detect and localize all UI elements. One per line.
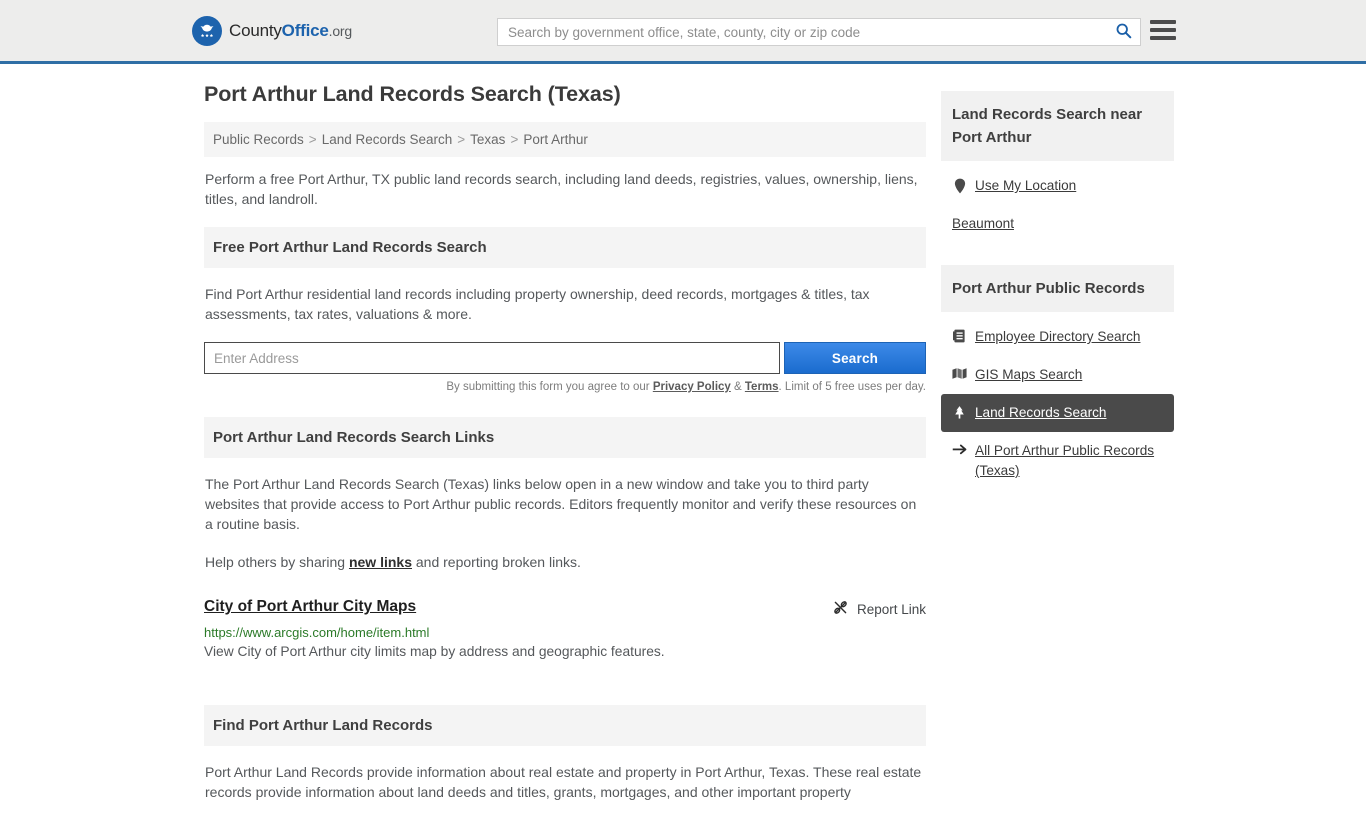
arrow-right-icon [952,441,967,456]
site-logo-text: CountyOffice.org [229,21,352,41]
logo-text-org: .org [328,22,353,39]
logo-text-county: County [229,20,282,40]
sidebar-item-beaumont[interactable]: Beaumont [941,205,1174,243]
links-section-paragraph: The Port Arthur Land Records Search (Tex… [205,476,917,532]
breadcrumb-item-port-arthur[interactable]: Port Arthur [523,132,588,147]
links-section-help-text: Help others by sharing new links and rep… [204,552,926,572]
form-disclaimer: By submitting this form you agree to our… [204,381,926,393]
search-icon [1115,22,1132,42]
help-suffix: and reporting broken links. [412,554,581,570]
logo-text-office: Office [281,20,329,40]
main-content: Port Arthur Land Records Search (Texas) … [204,82,926,820]
hamburger-bar-2 [1150,28,1176,32]
map-pin-icon [952,176,967,194]
broken-link-icon [832,599,849,619]
breadcrumb-item-texas[interactable]: Texas [470,132,505,147]
intro-paragraph: Perform a free Port Arthur, TX public la… [205,171,918,207]
sidebar-item-label[interactable]: Land Records Search [975,403,1106,423]
breadcrumb: Public Records > Land Records Search > Texas… [204,122,926,157]
result-item: City of Port Arthur City Maps Report Lin… [204,598,926,619]
free-search-description: Find Port Arthur residential land record… [205,286,870,322]
result-title-link[interactable]: City of Port Arthur City Maps [204,598,416,616]
sidebar-item-label[interactable]: GIS Maps Search [975,365,1082,385]
page-title: Port Arthur Land Records Search (Texas) [204,82,621,106]
breadcrumb-separator: > [457,132,466,147]
sidebar-item-land-records-search[interactable]: Land Records Search [941,394,1174,432]
sidebar-item-gis-maps-search[interactable]: GIS Maps Search [941,356,1174,394]
global-search-submit-button[interactable] [1106,19,1140,45]
find-section-paragraph: Port Arthur Land Records provide informa… [205,764,922,800]
hamburger-menu-icon[interactable] [1150,19,1176,41]
sidebar-item-employee-directory-search[interactable]: Employee Directory Search [941,318,1174,356]
site-logo[interactable]: CountyOffice.org [192,15,352,46]
breadcrumb-item-public-records[interactable]: Public Records [213,132,304,147]
help-prefix: Help others by sharing [205,554,349,570]
folded-map-icon [952,365,967,380]
breadcrumb-item-land-records-search[interactable]: Land Records Search [322,132,453,147]
links-section-heading: Port Arthur Land Records Search Links [204,417,926,458]
page-body: Port Arthur Land Records Search (Texas) … [0,64,1366,820]
breadcrumb-separator: > [308,132,317,147]
report-link-button[interactable]: Report Link [832,598,926,619]
find-section-heading: Find Port Arthur Land Records [204,705,926,746]
sidebar-item-all-public-records[interactable]: All Port Arthur Public Records (Texas) [941,432,1174,490]
site-header: CountyOffice.org [0,0,1366,64]
result-description: View City of Port Arthur city limits map… [204,644,665,659]
free-search-heading: Free Port Arthur Land Records Search [204,227,926,268]
sidebar-item-label[interactable]: Beaumont [952,214,1014,234]
eagle-seal-icon [192,15,222,46]
global-search-input[interactable] [498,19,1106,45]
disclaimer-amp: & [730,381,745,393]
terms-link[interactable]: Terms [745,381,779,393]
sidebar-near-heading: Land Records Search near Port Arthur [941,91,1174,161]
sidebar: Land Records Search near Port Arthur Use… [941,91,1174,512]
disclaimer-suffix: . Limit of 5 free uses per day. [778,381,926,393]
sidebar-records-list: Employee Directory Search GIS Maps Searc… [941,312,1174,512]
sidebar-near-list: Use My Location Beaumont [941,161,1174,265]
sidebar-item-label[interactable]: Use My Location [975,176,1076,196]
breadcrumb-separator: > [510,132,519,147]
report-link-label: Report Link [856,601,926,617]
hamburger-bar-3 [1150,36,1176,40]
hamburger-bar-1 [1150,20,1176,24]
address-input[interactable] [204,342,780,374]
disclaimer-prefix: By submitting this form you agree to our [446,381,653,393]
privacy-policy-link[interactable]: Privacy Policy [653,381,731,393]
sidebar-item-label[interactable]: Employee Directory Search [975,327,1140,347]
tree-icon [952,403,967,420]
global-search-box[interactable] [497,18,1141,46]
address-search-button[interactable]: Search [784,342,926,374]
new-links-link[interactable]: new links [349,554,412,570]
sidebar-item-use-my-location[interactable]: Use My Location [941,167,1174,205]
sidebar-records-heading: Port Arthur Public Records [941,265,1174,312]
address-book-icon [952,327,967,343]
result-url: https://www.arcgis.com/home/item.html [204,625,430,640]
address-search-form: Search [204,342,926,374]
sidebar-item-label[interactable]: All Port Arthur Public Records (Texas) [975,441,1163,481]
